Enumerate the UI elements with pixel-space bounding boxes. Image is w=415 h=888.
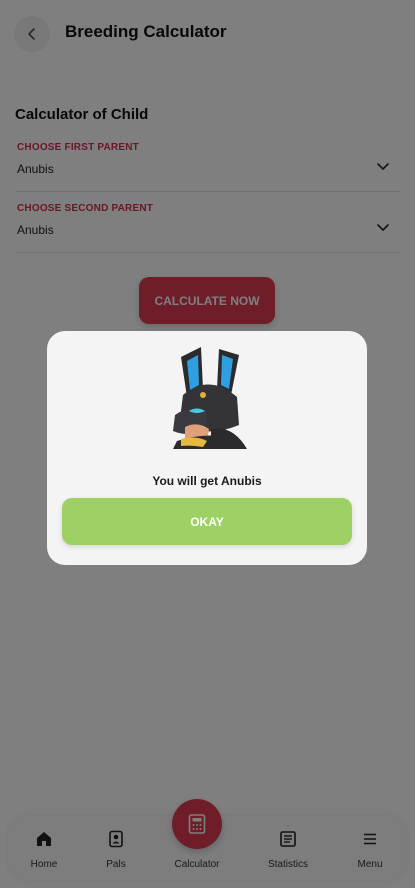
okay-button[interactable]: OKAY [62,498,352,545]
anubis-pal-image [173,347,247,449]
result-message: You will get Anubis [152,474,262,488]
result-dialog: You will get Anubis OKAY [47,331,367,565]
